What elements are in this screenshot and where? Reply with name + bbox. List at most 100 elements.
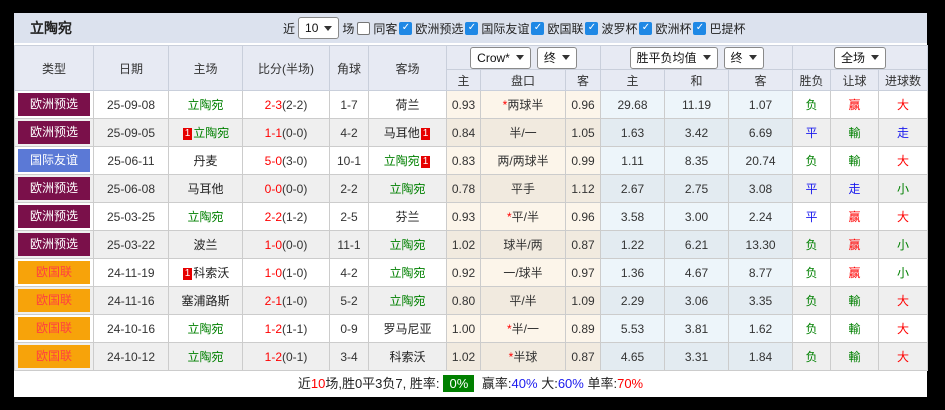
home-team-name: 立陶宛 <box>187 98 223 112</box>
col-header-type: 类型 <box>15 46 94 91</box>
mean-draw-cell: 3.00 <box>665 203 729 231</box>
scope-group-header: 全场 <box>793 46 928 70</box>
away-odds-cell: 0.87 <box>566 343 601 371</box>
mean-draw-cell: 3.42 <box>665 119 729 147</box>
mean-away-cell: 20.74 <box>729 147 793 175</box>
summary-footer: 近10场,胜0平3负7, 胜率:0% 赢率:40% 大:60% 单率:70% <box>14 371 927 397</box>
corner-cell: 2-2 <box>330 175 369 203</box>
competition-checkbox-2[interactable]: ✓ <box>531 22 544 35</box>
mean-away-cell: 8.77 <box>729 259 793 287</box>
mean-away-cell: 3.35 <box>729 287 793 315</box>
page-background: 立陶宛 近 10 场 同客 ✓ 欧洲预选 ✓ 国际友谊 ✓ 欧国联 ✓ 波罗杯 … <box>0 0 945 410</box>
handicap-cell: 一/球半 <box>481 259 566 287</box>
competition-checkbox-1[interactable]: ✓ <box>465 22 478 35</box>
away-odds-cell: 0.99 <box>566 147 601 175</box>
chevron-down-icon <box>871 55 879 60</box>
away-team-cell: 芬兰 <box>369 203 447 231</box>
away-team-name: 立陶宛 <box>389 182 425 196</box>
halftime-score: (1-0) <box>282 266 307 280</box>
scope-select[interactable]: 全场 <box>834 47 886 69</box>
mean-state-select[interactable]: 终 <box>724 47 764 69</box>
home-team-name: 立陶宛 <box>187 350 223 364</box>
away-team-cell: 立陶宛 <box>369 287 447 315</box>
sub-header-let: 让球 <box>831 70 879 91</box>
away-odds-cell: 0.96 <box>566 203 601 231</box>
home-team-name: 马耳他 <box>187 182 223 196</box>
chevron-down-icon <box>516 55 524 60</box>
score-cell: 1-0(0-0) <box>243 231 330 259</box>
home-team-cell: 立陶宛 <box>169 91 243 119</box>
handicap-text: 平/半 <box>512 210 539 224</box>
sub-header-odds-home: 主 <box>447 70 481 91</box>
away-team-name: 马耳他 <box>384 126 420 140</box>
red-card-badge: 1 <box>421 156 431 168</box>
mean-home-cell: 29.68 <box>601 91 665 119</box>
home-team-cell: 立陶宛 <box>169 315 243 343</box>
handicap-text: 半/一 <box>512 322 539 336</box>
match-row: 欧国联24-10-16立陶宛1-2(1-1)0-9罗马尼亚1.00*半/一0.8… <box>15 315 928 343</box>
league-type-cell: 欧洲预选 <box>15 119 94 147</box>
goals-result-cell: 小 <box>879 259 928 287</box>
col-header-home: 主场 <box>169 46 243 91</box>
score-cell: 5-0(3-0) <box>243 147 330 175</box>
league-type-badge: 欧国联 <box>18 345 90 368</box>
home-odds-cell: 1.02 <box>447 231 481 259</box>
footer-dl-label: 单率: <box>587 376 617 391</box>
corner-cell: 3-4 <box>330 343 369 371</box>
match-row: 国际友谊25-06-11丹麦5-0(3-0)10-1立陶宛10.83两/两球半0… <box>15 147 928 175</box>
goals-result-cell: 小 <box>879 231 928 259</box>
corner-cell: 0-9 <box>330 315 369 343</box>
mean-group-header: 胜平负均值 终 <box>601 46 793 70</box>
col-header-score: 比分(半场) <box>243 46 330 91</box>
fulltime-score: 5-0 <box>265 154 282 168</box>
handicap-cell: *半球 <box>481 343 566 371</box>
mean-away-cell: 2.24 <box>729 203 793 231</box>
odds-provider-select[interactable]: Crow* <box>470 47 531 69</box>
handicap-text: 一/球半 <box>503 266 542 280</box>
near-label: 近 <box>283 20 295 37</box>
home-team-cell: 立陶宛 <box>169 343 243 371</box>
same-away-checkbox[interactable] <box>357 22 370 35</box>
competition-label-3: 波罗杯 <box>601 20 637 37</box>
handicap-result-cell: 赢 <box>831 91 879 119</box>
mean-odds-select[interactable]: 胜平负均值 <box>630 47 718 69</box>
odds-state-select[interactable]: 终 <box>537 47 577 69</box>
halftime-score: (1-1) <box>282 322 307 336</box>
team-title: 立陶宛 <box>30 13 72 43</box>
goals-result-cell: 大 <box>879 315 928 343</box>
sub-header-mean-home: 主 <box>601 70 665 91</box>
mean-home-cell: 1.11 <box>601 147 665 175</box>
result-cell: 负 <box>793 287 831 315</box>
league-type-badge: 欧洲预选 <box>18 93 90 116</box>
win-rate-badge: 0% <box>443 375 474 392</box>
mean-draw-cell: 3.31 <box>665 343 729 371</box>
competition-checkbox-3[interactable]: ✓ <box>585 22 598 35</box>
away-team-name: 科索沃 <box>389 350 425 364</box>
league-type-cell: 欧洲预选 <box>15 231 94 259</box>
competition-checkbox-5[interactable]: ✓ <box>693 22 706 35</box>
home-team-name: 波兰 <box>193 238 217 252</box>
match-date: 24-11-19 <box>94 259 169 287</box>
handicap-text: 平手 <box>511 182 535 196</box>
result-cell: 负 <box>793 259 831 287</box>
league-type-cell: 欧国联 <box>15 343 94 371</box>
league-type-badge: 欧国联 <box>18 317 90 340</box>
handicap-cell: *两球半 <box>481 91 566 119</box>
away-odds-cell: 0.89 <box>566 315 601 343</box>
away-team-cell: 罗马尼亚 <box>369 315 447 343</box>
handicap-text: 球半/两 <box>503 238 542 252</box>
halftime-score: (0-0) <box>282 238 307 252</box>
match-date: 25-06-11 <box>94 147 169 175</box>
away-odds-cell: 0.97 <box>566 259 601 287</box>
competition-checkbox-0[interactable]: ✓ <box>399 22 412 35</box>
home-team-cell: 立陶宛 <box>169 203 243 231</box>
match-row: 欧国联24-11-16塞浦路斯2-1(1-0)5-2立陶宛0.80平/半1.09… <box>15 287 928 315</box>
corner-cell: 11-1 <box>330 231 369 259</box>
halftime-score: (0-1) <box>282 350 307 364</box>
competition-checkbox-4[interactable]: ✓ <box>639 22 652 35</box>
match-count-select[interactable]: 10 <box>298 17 339 39</box>
fulltime-score: 2-1 <box>265 294 282 308</box>
match-date: 24-10-16 <box>94 315 169 343</box>
away-team-name: 立陶宛 <box>389 238 425 252</box>
league-type-cell: 欧洲预选 <box>15 175 94 203</box>
